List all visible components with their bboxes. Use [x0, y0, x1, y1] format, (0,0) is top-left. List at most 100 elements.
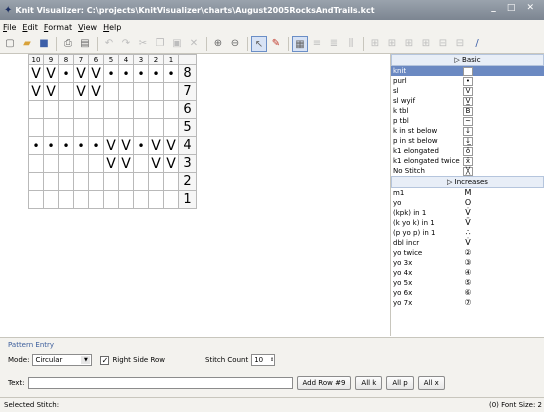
save-icon[interactable]: ■ — [36, 36, 52, 52]
stitch-cell[interactable] — [133, 100, 149, 119]
stitch-cell[interactable] — [88, 118, 104, 137]
all-p-button[interactable]: All p — [386, 376, 414, 390]
table-icon-3[interactable]: ⊞ — [401, 36, 417, 52]
zoom-out-icon[interactable]: ⊖ — [227, 36, 243, 52]
stitch-cell[interactable]: V — [28, 64, 44, 83]
stitch-cell[interactable]: • — [163, 64, 179, 83]
stitch-cell[interactable] — [133, 82, 149, 101]
stitch-cell[interactable] — [58, 118, 74, 137]
stitch-cell[interactable] — [148, 172, 164, 191]
stitch-cell[interactable] — [73, 118, 89, 137]
palette-item[interactable]: sl wyif V̲ — [391, 96, 544, 106]
stitch-cell[interactable]: • — [118, 64, 134, 83]
grid-view-icon[interactable]: ▦ — [292, 35, 308, 52]
stitch-cell[interactable] — [148, 100, 164, 119]
redo-icon[interactable]: ↷ — [118, 36, 134, 52]
table-icon-2[interactable]: ⊞ — [384, 36, 400, 52]
stitch-cell[interactable]: V — [43, 82, 59, 101]
stitch-cell[interactable] — [148, 118, 164, 137]
stitch-cell[interactable] — [43, 190, 59, 209]
undo-icon[interactable]: ↶ — [101, 36, 117, 52]
pattern-text-input[interactable] — [27, 377, 293, 389]
stitch-cell[interactable] — [73, 154, 89, 173]
select-pointer-icon[interactable]: ↖ — [251, 35, 267, 52]
stitch-cell[interactable] — [103, 100, 119, 119]
stitch-cell[interactable] — [88, 172, 104, 191]
menu-file[interactable]: File — [3, 23, 16, 32]
add-row-button[interactable]: Add Row #9 — [296, 376, 352, 390]
stitch-cell[interactable] — [43, 172, 59, 191]
palette-item[interactable]: purl • — [391, 76, 544, 86]
stitch-cell[interactable] — [133, 154, 149, 173]
palette-item[interactable]: knit — [391, 66, 544, 76]
delete-row-icon[interactable]: ≣ — [326, 36, 342, 52]
stitch-cell[interactable] — [58, 190, 74, 209]
stitch-cell[interactable] — [103, 82, 119, 101]
stitch-cell[interactable] — [118, 82, 134, 101]
insert-col-icon[interactable]: ⫼ — [343, 36, 359, 52]
stitch-cell[interactable] — [148, 82, 164, 101]
palette-item[interactable]: yo O — [391, 198, 544, 208]
stitch-cell[interactable] — [118, 118, 134, 137]
increases-section-header[interactable]: ▷ Increases — [391, 176, 544, 188]
palette-item[interactable]: yo 5x ⑤ — [391, 278, 544, 288]
new-file-icon[interactable]: ▢ — [2, 36, 18, 52]
menu-help[interactable]: Help — [103, 23, 121, 32]
stitch-cell[interactable] — [28, 190, 44, 209]
stitch-cell[interactable] — [73, 190, 89, 209]
page-setup-icon[interactable]: ▤ — [77, 36, 93, 52]
all-k-button[interactable]: All k — [355, 376, 383, 390]
mode-select[interactable]: Circular ▼ — [32, 354, 93, 366]
stitch-cell[interactable] — [118, 172, 134, 191]
stitch-cell[interactable] — [103, 172, 119, 191]
print-icon[interactable]: ⎙ — [60, 36, 76, 52]
stitch-cell[interactable] — [133, 190, 149, 209]
stitch-cell[interactable]: V — [103, 136, 119, 155]
menu-format[interactable]: Format — [44, 23, 72, 32]
stitch-cell[interactable]: V — [88, 82, 104, 101]
stitch-cell[interactable] — [43, 118, 59, 137]
menu-edit[interactable]: Edit — [22, 23, 38, 32]
stitch-cell[interactable] — [148, 190, 164, 209]
palette-item[interactable]: yo twice ② — [391, 248, 544, 258]
chevron-down-icon[interactable]: ▼ — [81, 356, 91, 364]
spinner-arrows-icon[interactable]: ⇕ — [270, 355, 274, 365]
stitch-cell[interactable] — [118, 190, 134, 209]
stitch-cell[interactable] — [58, 82, 74, 101]
stitch-cell[interactable] — [118, 100, 134, 119]
insert-row-icon[interactable]: ≡ — [309, 36, 325, 52]
stitch-cell[interactable]: • — [133, 136, 149, 155]
stitch-cell[interactable] — [58, 154, 74, 173]
stitch-cell[interactable]: V — [148, 136, 164, 155]
paste-icon[interactable]: ▣ — [169, 36, 185, 52]
stitch-cell[interactable] — [133, 118, 149, 137]
palette-item[interactable]: yo 3x ③ — [391, 258, 544, 268]
stitch-cell[interactable]: • — [58, 64, 74, 83]
table-icon-5[interactable]: ⊟ — [435, 36, 451, 52]
window-controls[interactable]: _ □ ✕ — [491, 3, 538, 13]
palette-item[interactable]: (p yo p) in 1 ∴ — [391, 228, 544, 238]
stitch-cell[interactable] — [88, 100, 104, 119]
stitch-cell[interactable]: • — [28, 136, 44, 155]
stitch-cell[interactable] — [103, 118, 119, 137]
basic-section-header[interactable]: ▷ Basic — [391, 54, 544, 66]
brush-icon[interactable]: / — [469, 36, 485, 52]
menu-view[interactable]: View — [78, 23, 97, 32]
palette-item[interactable]: k tbl B — [391, 106, 544, 116]
stitch-cell[interactable] — [163, 82, 179, 101]
stitch-cell[interactable]: V — [118, 154, 134, 173]
stitch-cell[interactable] — [43, 100, 59, 119]
copy-icon[interactable]: ❐ — [152, 36, 168, 52]
stitch-cell[interactable] — [163, 118, 179, 137]
stitch-cell[interactable]: • — [103, 64, 119, 83]
pencil-icon[interactable]: ✎ — [268, 36, 284, 52]
stitch-cell[interactable] — [28, 118, 44, 137]
palette-item[interactable]: dbl incr V̇ — [391, 238, 544, 248]
stitch-cell[interactable] — [28, 100, 44, 119]
palette-item[interactable]: k in st below ↓ — [391, 126, 544, 136]
stitch-cell[interactable] — [43, 154, 59, 173]
stitch-cell[interactable]: • — [148, 64, 164, 83]
zoom-in-icon[interactable]: ⊕ — [210, 36, 226, 52]
stitch-cell[interactable]: V — [28, 82, 44, 101]
stitch-cell[interactable] — [103, 190, 119, 209]
